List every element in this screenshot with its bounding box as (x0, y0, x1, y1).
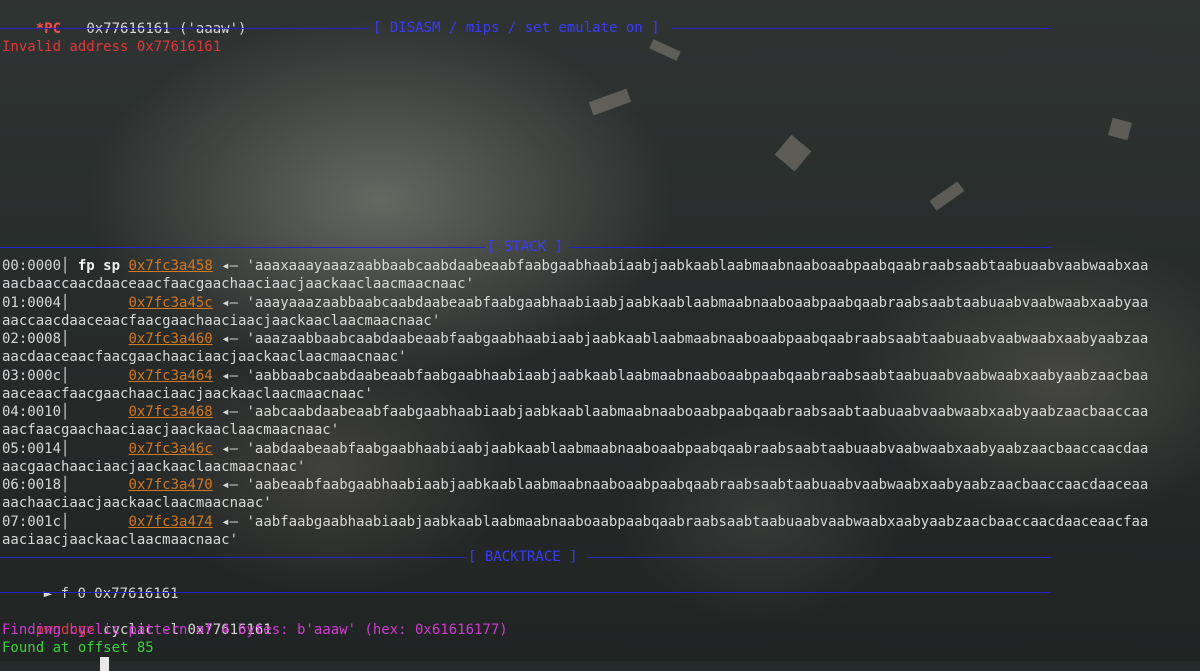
stack-rule-left (0, 247, 485, 248)
stack-value: 'aabbaabcaabdaabeaabfaabgaabhaabiaabjaab… (246, 368, 1149, 384)
backtrace-rule-left (0, 557, 466, 558)
backtrace-frame-text: f 0 0x77616161 (60, 586, 179, 602)
stack-arrow: ◂— (221, 368, 239, 384)
stack-row-continuation: aacgaachaaciaacjaackaaclaacmaacnaac' (2, 459, 306, 475)
command-line[interactable]: pwndbg> cyclic -l 0x77616161 (2, 603, 272, 638)
stack-row: 07:001c│ 0x7fc3a474 ◂— 'aabfaabgaabhaabi… (2, 514, 1149, 530)
stack-address[interactable]: 0x7fc3a458 (128, 258, 212, 274)
terminal-window[interactable]: *PC 0x77616161 ('aaaw') [ DISASM / mips … (0, 0, 1200, 671)
stack-regs: fp sp (77, 258, 121, 274)
pc-label: *PC (35, 21, 62, 37)
stack-offset: 07:001c (2, 514, 62, 530)
stack-address[interactable]: 0x7fc3a46c (128, 441, 212, 457)
stack-address[interactable]: 0x7fc3a464 (128, 368, 212, 384)
register-pc: *PC 0x77616161 ('aaaw') (2, 2, 247, 37)
stack-offset: 02:0008 (2, 331, 62, 347)
disasm-rule-left (0, 28, 370, 29)
backtrace-rule-bottom (0, 592, 1051, 593)
stack-row-continuation: aaccaacdaaceaacfaacgaachaaciaacjaackaacl… (2, 313, 441, 329)
disasm-rule-right (671, 28, 1051, 29)
stack-offset: 00:0000 (2, 258, 62, 274)
stack-arrow: ◂— (221, 441, 239, 457)
backtrace-frame: ► f 0 0x77616161 (10, 567, 179, 602)
stack-value: 'aabeaabfaabgaabhaabiaabjaabkaablaabmaab… (246, 477, 1149, 493)
stack-value: 'aaazaabbaabcaabdaabeaabfaabgaabhaabiaab… (246, 331, 1149, 347)
stack-offset: 04:0010 (2, 404, 62, 420)
stack-banner: [ STACK ] (487, 239, 563, 255)
stack-value: 'aaaxaaayaaazaabbaabcaabdaabeaabfaabgaab… (246, 258, 1149, 274)
stack-row: 02:0008│ 0x7fc3a460 ◂— 'aaazaabbaabcaabd… (2, 331, 1149, 347)
stack-offset: 05:0014 (2, 441, 62, 457)
stack-address[interactable]: 0x7fc3a45c (128, 295, 212, 311)
pc-value: 0x77616161 ('aaaw') (86, 21, 247, 37)
stack-row: 06:0018│ 0x7fc3a470 ◂— 'aabeaabfaabgaabh… (2, 477, 1149, 493)
backtrace-banner: [ BACKTRACE ] (468, 549, 578, 565)
stack-address[interactable]: 0x7fc3a474 (128, 514, 212, 530)
stack-arrow: ◂— (221, 295, 239, 311)
disasm-banner: [ DISASM / mips / set emulate on ] (373, 20, 660, 36)
cyclic-finding-output: Finding cyclic pattern of 4 bytes: b'aaa… (2, 622, 508, 638)
terminal-cursor (100, 657, 109, 671)
stack-row: 00:0000│ fp sp 0x7fc3a458 ◂— 'aaaxaaayaa… (2, 258, 1149, 274)
cyclic-found-output: Found at offset 85 (2, 640, 154, 656)
stack-row-continuation: aacdaaceaacfaacgaachaaciaacjaackaaclaacm… (2, 349, 407, 365)
stack-arrow: ◂— (221, 331, 239, 347)
stack-row: 04:0010│ 0x7fc3a468 ◂— 'aabcaabdaabeaabf… (2, 404, 1149, 420)
disasm-error: Invalid address 0x77616161 (2, 39, 222, 55)
stack-address[interactable]: 0x7fc3a470 (128, 477, 212, 493)
stack-arrow: ◂— (221, 477, 239, 493)
stack-value: 'aabdaabeaabfaabgaabhaabiaabjaabkaablaab… (246, 441, 1149, 457)
stack-arrow: ◂— (221, 514, 239, 530)
stack-offset: 03:000c (2, 368, 62, 384)
stack-row: 03:000c│ 0x7fc3a464 ◂— 'aabbaabcaabdaabe… (2, 368, 1149, 384)
stack-row: 01:0004│ 0x7fc3a45c ◂— 'aaayaaazaabbaabc… (2, 295, 1149, 311)
backtrace-rule-right (587, 557, 1051, 558)
stack-arrow: ◂— (221, 404, 239, 420)
stack-row-continuation: aacfaacgaachaaciaacjaackaaclaacmaacnaac' (2, 422, 340, 438)
stack-row: 05:0014│ 0x7fc3a46c ◂— 'aabdaabeaabfaabg… (2, 441, 1149, 457)
stack-arrow: ◂— (221, 258, 239, 274)
stack-address[interactable]: 0x7fc3a468 (128, 404, 212, 420)
stack-row-continuation: aacbaaccaacdaaceaacfaacgaachaaciaacjaack… (2, 276, 475, 292)
stack-offset: 06:0018 (2, 477, 62, 493)
stack-offset: 01:0004 (2, 295, 62, 311)
stack-row-continuation: aachaaciaacjaackaaclaacmaacnaac' (2, 495, 272, 511)
frame-marker-icon: ► (43, 586, 53, 602)
stack-row-continuation: aaciaacjaackaaclaacmaacnaac' (2, 532, 239, 548)
stack-value: 'aaayaaazaabbaabcaabdaabeaabfaabgaabhaab… (246, 295, 1149, 311)
stack-value: 'aabcaabdaabeaabfaabgaabhaabiaabjaabkaab… (246, 404, 1149, 420)
stack-address[interactable]: 0x7fc3a460 (128, 331, 212, 347)
stack-rule-right (570, 247, 1051, 248)
stack-row-continuation: aaceaacfaacgaachaaciaacjaackaaclaacmaacn… (2, 386, 373, 402)
stack-value: 'aabfaabgaabhaabiaabjaabkaablaabmaabnaab… (246, 514, 1149, 530)
